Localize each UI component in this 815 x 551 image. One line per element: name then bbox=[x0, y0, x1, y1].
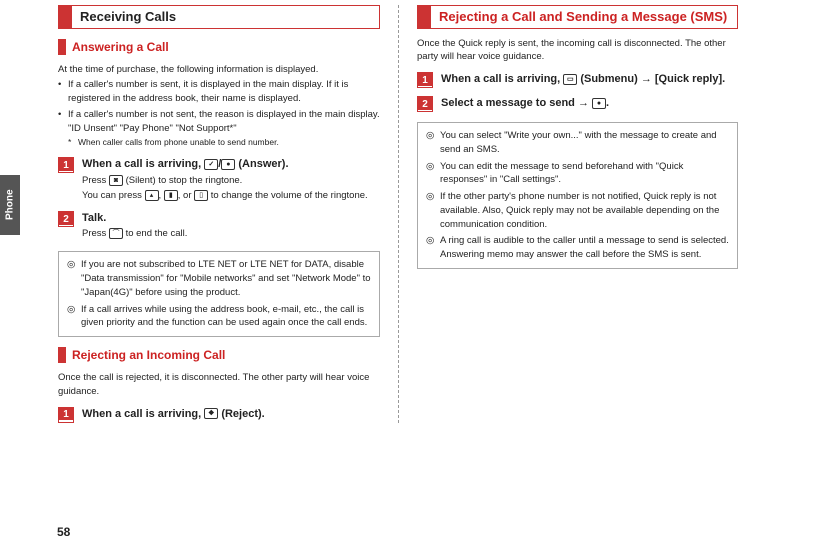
step-2-sms: 2 Select a message to send → ●. bbox=[417, 96, 738, 112]
info-box: ◎ You can select "Write your own..." wit… bbox=[417, 122, 738, 269]
heading-rejecting-call: Rejecting an Incoming Call bbox=[58, 347, 380, 363]
up-key-icon: ▴ bbox=[145, 190, 159, 201]
info-mark-icon: ◎ bbox=[67, 303, 81, 331]
camera-key-icon: ◙ bbox=[109, 175, 123, 186]
info-text: You can select "Write your own..." with … bbox=[440, 129, 729, 157]
call-key-icon: ✓ bbox=[204, 159, 218, 170]
info-mark-icon: ◎ bbox=[67, 258, 81, 299]
step-sub: Press ⌒ to end the call. bbox=[82, 227, 380, 241]
step-title: When a call is arriving, ✓/● (Answer). bbox=[82, 157, 380, 171]
answering-intro: At the time of purchase, the following i… bbox=[58, 63, 380, 77]
heading-receiving-calls: Receiving Calls bbox=[58, 5, 380, 29]
bullet-text: If a caller's number is not sent, the re… bbox=[68, 108, 380, 122]
heading-answering-call: Answering a Call bbox=[58, 39, 380, 55]
bullet-dot-icon: • bbox=[58, 78, 68, 106]
footnote: * When caller calls from phone unable to… bbox=[58, 137, 380, 149]
sms-intro: Once the Quick reply is sent, the incomi… bbox=[417, 37, 738, 65]
center-key-icon: ● bbox=[592, 98, 606, 109]
example-ids: "ID Unsent" "Pay Phone" "Not Support*" bbox=[58, 122, 380, 136]
info-item: ◎ If the other party's phone number is n… bbox=[426, 190, 729, 231]
step-1-reject: 1 When a call is arriving, ❖ (Reject). bbox=[58, 407, 380, 423]
page-number: 58 bbox=[57, 525, 70, 539]
step-title: When a call is arriving, ❖ (Reject). bbox=[82, 407, 380, 421]
info-text: You can edit the message to send beforeh… bbox=[440, 160, 729, 188]
content-columns: Receiving Calls Answering a Call At the … bbox=[58, 5, 738, 423]
step-number-icon: 2 bbox=[58, 211, 74, 227]
info-item: ◎ You can select "Write your own..." wit… bbox=[426, 129, 729, 157]
step-sub: Press ◙ (Silent) to stop the ringtone. bbox=[82, 174, 380, 188]
info-mark-icon: ◎ bbox=[426, 234, 440, 262]
info-text: If a call arrives while using the addres… bbox=[81, 303, 371, 331]
side-tab: Phone bbox=[0, 175, 20, 235]
heading-reject-sms: Rejecting a Call and Sending a Message (… bbox=[417, 5, 738, 29]
step-1-sms: 1 When a call is arriving, ▭ (Submenu) →… bbox=[417, 72, 738, 88]
step-number-icon: 1 bbox=[58, 407, 74, 423]
step-sub: You can press ▴, ▮, or ▯ to change the v… bbox=[82, 189, 380, 203]
step-number-icon: 1 bbox=[417, 72, 433, 88]
arrow-icon: → bbox=[641, 73, 652, 85]
left-column: Receiving Calls Answering a Call At the … bbox=[58, 5, 398, 423]
info-item: ◎ A ring call is audible to the caller u… bbox=[426, 234, 729, 262]
footnote-text: When caller calls from phone unable to s… bbox=[78, 137, 279, 149]
info-mark-icon: ◎ bbox=[426, 129, 440, 157]
bullet-item: • If a caller's number is not sent, the … bbox=[58, 108, 380, 122]
bullet-item: • If a caller's number is sent, it is di… bbox=[58, 78, 380, 106]
rejecting-intro: Once the call is rejected, it is disconn… bbox=[58, 371, 380, 399]
step-number-icon: 1 bbox=[58, 157, 74, 173]
info-text: A ring call is audible to the caller unt… bbox=[440, 234, 729, 262]
side-key-icon: ▮ bbox=[164, 190, 178, 201]
step-title: When a call is arriving, ▭ (Submenu) → [… bbox=[441, 72, 738, 86]
side-key-b-icon: ▯ bbox=[194, 190, 208, 201]
bullet-dot-icon: • bbox=[58, 108, 68, 122]
right-column: Rejecting a Call and Sending a Message (… bbox=[398, 5, 738, 423]
info-mark-icon: ◎ bbox=[426, 160, 440, 188]
info-text: If you are not subscribed to LTE NET or … bbox=[81, 258, 371, 299]
step-title: Talk. bbox=[82, 211, 380, 225]
info-text: If the other party's phone number is not… bbox=[440, 190, 729, 231]
app-key-icon: ❖ bbox=[204, 408, 218, 419]
asterisk-icon: * bbox=[68, 137, 78, 149]
step-title: Select a message to send → ●. bbox=[441, 96, 738, 110]
submenu-key-icon: ▭ bbox=[563, 74, 577, 85]
arrow-icon: → bbox=[578, 97, 589, 109]
info-mark-icon: ◎ bbox=[426, 190, 440, 231]
info-box: ◎ If you are not subscribed to LTE NET o… bbox=[58, 251, 380, 337]
end-key-icon: ⌒ bbox=[109, 228, 123, 239]
step-number-icon: 2 bbox=[417, 96, 433, 112]
info-item: ◎ If a call arrives while using the addr… bbox=[67, 303, 371, 331]
center-key-icon: ● bbox=[221, 159, 235, 170]
bullet-text: If a caller's number is sent, it is disp… bbox=[68, 78, 380, 106]
info-item: ◎ If you are not subscribed to LTE NET o… bbox=[67, 258, 371, 299]
step-2: 2 Talk. Press ⌒ to end the call. bbox=[58, 211, 380, 241]
step-1: 1 When a call is arriving, ✓/● (Answer).… bbox=[58, 157, 380, 203]
info-item: ◎ You can edit the message to send befor… bbox=[426, 160, 729, 188]
